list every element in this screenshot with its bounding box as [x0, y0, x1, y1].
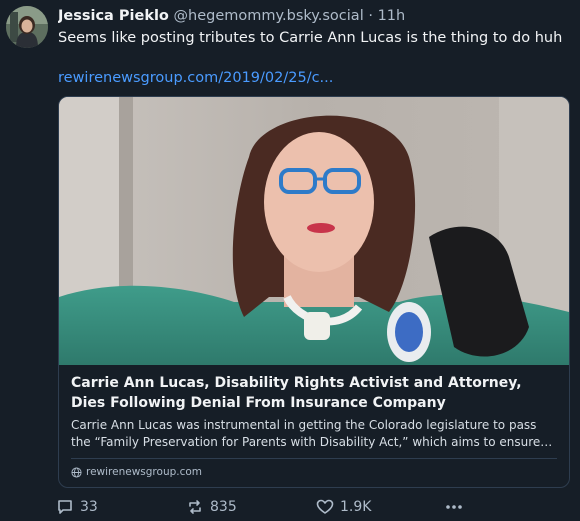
reply-button[interactable]: 33 [56, 496, 98, 518]
reply-count: 33 [80, 499, 98, 515]
card-domain: rewirenewsgroup.com [71, 465, 202, 479]
author-handle[interactable]: @hegemommy.bsky.social [174, 8, 364, 24]
more-button[interactable] [444, 496, 464, 518]
card-image [59, 97, 569, 365]
avatar[interactable] [6, 6, 48, 48]
post-link[interactable]: rewirenewsgroup.com/2019/02/25/c... [58, 68, 333, 88]
card-divider [71, 458, 557, 459]
more-icon [446, 505, 462, 509]
author-name[interactable]: Jessica Pieklo [58, 8, 169, 24]
avatar-image [6, 6, 48, 48]
globe-icon [71, 466, 82, 478]
post-actions: 33 835 1.9K [56, 496, 476, 518]
reply-icon [58, 500, 72, 514]
card-domain-text: rewirenewsgroup.com [86, 466, 203, 478]
repost-count: 835 [210, 499, 237, 515]
post-text: Seems like posting tributes to Carrie An… [58, 30, 563, 46]
like-count: 1.9K [340, 499, 372, 515]
card-title[interactable]: Carrie Ann Lucas, Disability Rights Acti… [71, 373, 557, 413]
post-time[interactable]: 11h [378, 8, 406, 24]
repost-icon [189, 500, 201, 514]
post: Jessica Pieklo @hegemommy.bsky.social · … [0, 0, 580, 521]
repost-button[interactable]: 835 [186, 496, 237, 518]
heart-icon [316, 499, 334, 514]
link-card[interactable]: Carrie Ann Lucas, Disability Rights Acti… [58, 96, 570, 488]
post-header: Jessica Pieklo @hegemommy.bsky.social · … [58, 6, 572, 26]
card-description: Carrie Ann Lucas was instrumental in get… [71, 418, 541, 449]
separator-dot: · [368, 8, 373, 24]
like-button[interactable]: 1.9K [316, 496, 371, 518]
